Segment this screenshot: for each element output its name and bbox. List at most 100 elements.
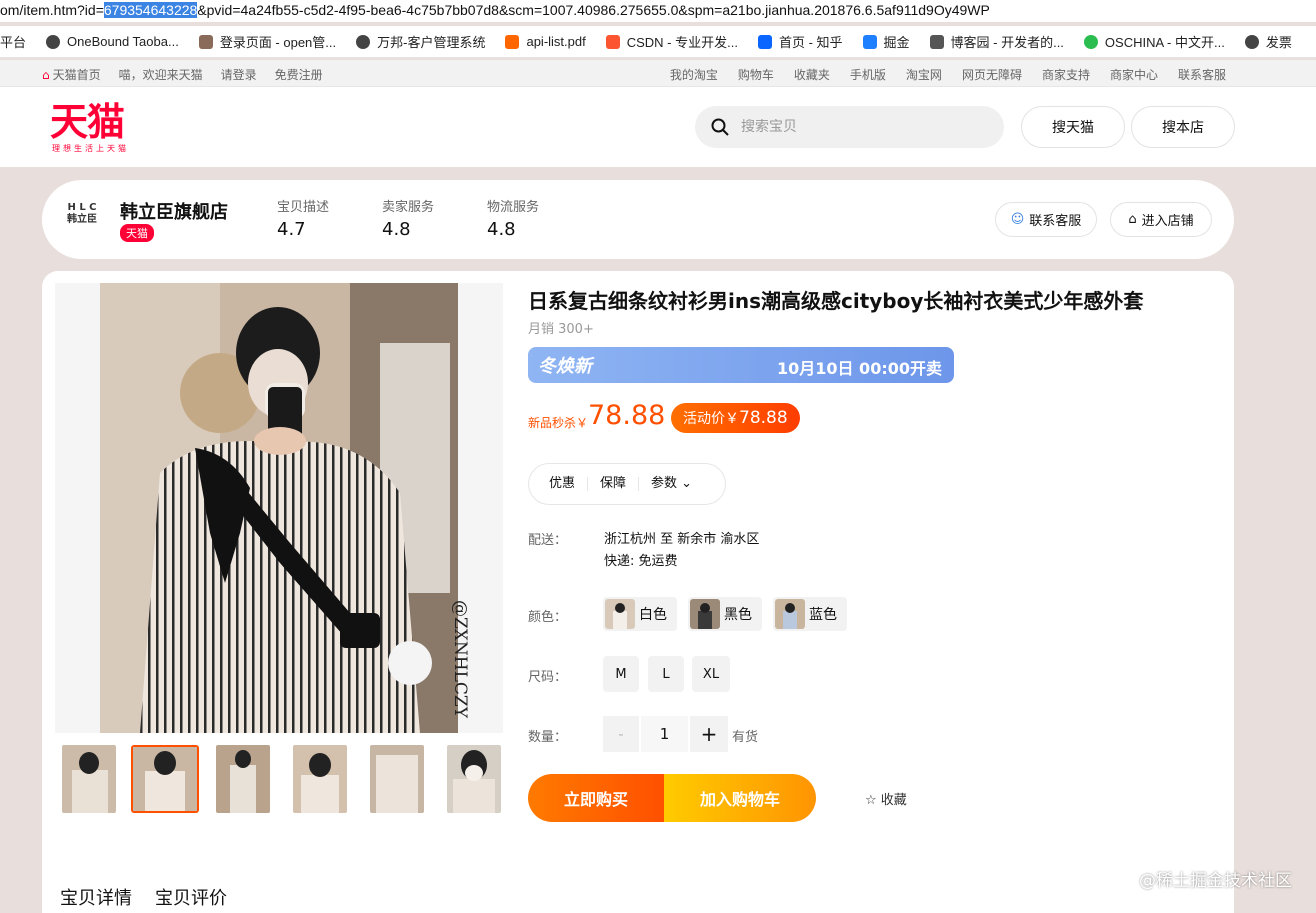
size-option-l[interactable]: L bbox=[648, 656, 684, 692]
contact-service-button[interactable]: ☺ 联系客服 bbox=[995, 202, 1097, 237]
oschina-icon bbox=[1083, 34, 1098, 49]
tab-discount[interactable]: 优惠 bbox=[529, 477, 589, 491]
nav-merchant-center[interactable]: 商家中心 bbox=[1110, 66, 1158, 83]
bookmark-login[interactable]: 登录页面 - open管... bbox=[198, 32, 336, 51]
bookmark-juejin[interactable]: 掘金 bbox=[862, 32, 910, 51]
nav-login[interactable]: 请登录 bbox=[221, 66, 257, 83]
enter-shop-button[interactable]: ⌂ 进入店铺 bbox=[1110, 202, 1212, 237]
nav-contact-service[interactable]: 联系客服 bbox=[1178, 66, 1226, 83]
score-service: 卖家服务 4.8 bbox=[382, 200, 435, 240]
bookmark-cnblogs[interactable]: 博客园 - 开发者的... bbox=[929, 32, 1064, 51]
tmall-logo[interactable]: 天猫 理想生活上天猫 bbox=[50, 101, 140, 157]
activity-price-badge: 活动价￥78.88 bbox=[671, 403, 800, 433]
add-to-cart-button[interactable]: 加入购物车 bbox=[664, 774, 816, 822]
nav-merchant-support[interactable]: 商家支持 bbox=[1042, 66, 1090, 83]
size-option-m[interactable]: M bbox=[603, 656, 639, 692]
score-description: 宝贝描述 4.7 bbox=[277, 200, 330, 240]
address-bar[interactable]: om/item.htm?id=679354643228&pvid=4a24fb5… bbox=[0, 0, 1316, 22]
search-icon bbox=[711, 118, 729, 136]
quantity-increase-button[interactable]: + bbox=[690, 716, 728, 752]
score-logistics: 物流服务 4.8 bbox=[487, 200, 540, 240]
monthly-sales: 月销 300+ bbox=[528, 322, 594, 337]
price-label: 新品秒杀￥ bbox=[528, 416, 589, 430]
color-option-black[interactable]: 黑色 bbox=[688, 597, 762, 631]
size-option-xl[interactable]: XL bbox=[692, 656, 730, 692]
photo-watermark: @ZXNHLCZY bbox=[450, 600, 470, 718]
bookmark-wanbang[interactable]: 万邦-客户管理系统 bbox=[356, 32, 485, 51]
color-label: 颜色： bbox=[528, 610, 568, 625]
shop-card: H L C 韩立臣 韩立臣旗舰店 天猫 宝贝描述 4.7 卖家服务 4.8 物流服务… bbox=[42, 180, 1234, 259]
promo-name: 冬焕新 bbox=[538, 356, 592, 377]
top-nav: 天猫首页 喵，欢迎来天猫 请登录 免费注册 我的淘宝 购物车 收藏夹 手机版 淘… bbox=[0, 60, 1316, 87]
tab-product-details[interactable]: 宝贝详情 bbox=[60, 884, 132, 910]
juejin-icon bbox=[862, 34, 877, 49]
nav-register[interactable]: 免费注册 bbox=[275, 66, 323, 83]
bookmark-api-list[interactable]: api-list.pdf bbox=[505, 34, 586, 49]
nav-favorites[interactable]: 收藏夹 bbox=[794, 66, 830, 83]
nav-my-taobao[interactable]: 我的淘宝 bbox=[670, 66, 718, 83]
zhihu-icon bbox=[757, 34, 772, 49]
nav-tmall-home[interactable]: 天猫首页 bbox=[42, 66, 101, 83]
thumbnail-1[interactable] bbox=[62, 745, 116, 813]
shop-logo[interactable]: H L C 韩立臣 bbox=[64, 202, 100, 238]
search-input[interactable] bbox=[741, 119, 961, 135]
globe-icon bbox=[1244, 34, 1259, 49]
tab-guarantee[interactable]: 保障 bbox=[588, 477, 640, 491]
thumbnail-6[interactable] bbox=[447, 745, 501, 813]
url-prefix: om/item.htm?id= bbox=[0, 2, 104, 18]
avatar-icon bbox=[198, 34, 213, 49]
color-swatch-image bbox=[690, 599, 720, 629]
color-option-blue[interactable]: 蓝色 bbox=[773, 597, 847, 631]
bookmark-zhihu[interactable]: 首页 - 知乎 bbox=[757, 32, 843, 51]
bookmark-invoice[interactable]: 发票 bbox=[1244, 32, 1292, 51]
nav-taobao[interactable]: 淘宝网 bbox=[906, 66, 942, 83]
nav-mobile[interactable]: 手机版 bbox=[850, 66, 886, 83]
quantity-label: 数量： bbox=[528, 730, 568, 745]
site-header: 天猫 理想生活上天猫 搜天猫 搜本店 bbox=[0, 87, 1316, 167]
shipping-label: 配送： bbox=[528, 533, 568, 548]
nav-welcome: 喵，欢迎来天猫 bbox=[118, 68, 203, 82]
quantity-input[interactable]: 1 bbox=[641, 716, 688, 752]
search-box bbox=[695, 106, 1004, 148]
globe-icon bbox=[46, 34, 61, 49]
color-option-white[interactable]: 白色 bbox=[603, 597, 677, 631]
tmall-badge: 天猫 bbox=[120, 224, 154, 242]
tab-product-reviews[interactable]: 宝贝评价 bbox=[155, 884, 227, 910]
search-shop-button[interactable]: 搜本店 bbox=[1131, 106, 1235, 148]
favorite-button[interactable]: ☆ 收藏 bbox=[865, 789, 907, 808]
url-rest: &pvid=4a24fb55-c5d2-4f95-bea6-4c75b7bb07… bbox=[197, 2, 990, 18]
tab-params[interactable]: 参数 ⌄ bbox=[639, 477, 704, 491]
csdn-icon bbox=[605, 34, 620, 49]
store-icon: ⌂ bbox=[1128, 212, 1137, 227]
pdf-icon bbox=[505, 34, 520, 49]
bookmark-csdn[interactable]: CSDN - 专业开发... bbox=[605, 32, 738, 51]
promo-banner: 冬焕新 10月10日 00:00开卖 bbox=[528, 347, 954, 383]
nav-cart[interactable]: 购物车 bbox=[738, 66, 774, 83]
bookmark-platform[interactable]: 平台 bbox=[0, 32, 26, 51]
bookmarks-bar: 平台 OneBound Taoba... 登录页面 - open管... 万邦-… bbox=[0, 26, 1316, 58]
stock-status: 有货 bbox=[732, 730, 759, 745]
main-product-image[interactable] bbox=[100, 283, 458, 733]
info-tabs: 优惠 保障 参数 ⌄ bbox=[528, 463, 726, 505]
shipping-route[interactable]: 浙江杭州 至 新余市 渝水区 bbox=[604, 529, 759, 551]
bookmark-onebound[interactable]: OneBound Taoba... bbox=[46, 34, 179, 49]
thumbnail-5[interactable] bbox=[370, 745, 424, 813]
thumbnail-3[interactable] bbox=[216, 745, 270, 813]
color-swatch-image bbox=[605, 599, 635, 629]
thumbnail-2-selected[interactable] bbox=[131, 745, 199, 813]
size-label: 尺码： bbox=[528, 670, 568, 685]
quantity-decrease-button[interactable]: - bbox=[603, 716, 639, 752]
buy-now-button[interactable]: 立即购买 bbox=[528, 774, 664, 822]
thumbnail-4[interactable] bbox=[293, 745, 347, 813]
shipping-fee: 快递: 免运费 bbox=[604, 554, 678, 569]
url-selected-id: 679354643228 bbox=[103, 2, 198, 18]
search-tmall-button[interactable]: 搜天猫 bbox=[1021, 106, 1125, 148]
bookmark-oschina[interactable]: OSCHINA - 中文开... bbox=[1083, 32, 1225, 51]
shop-name[interactable]: 韩立臣旗舰店 bbox=[120, 198, 228, 224]
nav-accessibility[interactable]: 网页无障碍 bbox=[962, 66, 1022, 83]
color-swatch-image bbox=[775, 599, 805, 629]
promo-time: 10月10日 00:00开卖 bbox=[776, 359, 942, 378]
shipping-info: 浙江杭州 至 新余市 渝水区 快递: 免运费 bbox=[604, 529, 759, 573]
site-watermark: @稀土掘金技术社区 bbox=[1139, 871, 1292, 891]
chat-icon: ☺ bbox=[1010, 212, 1025, 227]
